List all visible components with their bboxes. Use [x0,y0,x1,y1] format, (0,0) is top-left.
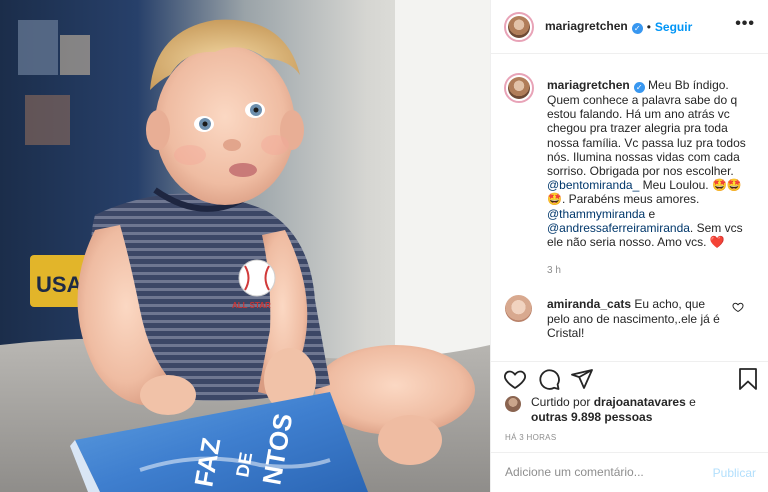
caption-username[interactable]: mariagretchen [547,78,630,92]
comment-avatar[interactable] [505,295,532,322]
post-side-panel: mariagretchen ✓ • Seguir ••• mariagretche… [490,0,768,492]
mention-link-3[interactable]: @andressaferreiramiranda [547,221,690,235]
verified-icon: ✓ [631,23,643,34]
caption-text-1: Meu Bb índigo. Quem conhece a palavra sa… [547,78,746,179]
bodysuit-text: ALL STAR [232,301,271,310]
avatar[interactable] [504,11,534,42]
post-header: mariagretchen ✓ • Seguir ••• [491,0,768,54]
verified-icon: ✓ [633,82,645,93]
separator-dot: • [646,19,651,34]
mention-link-2[interactable]: @thammymiranda [547,207,645,221]
comment-input[interactable] [505,465,695,479]
add-comment-bar: Publicar [491,452,768,492]
more-icon[interactable]: ••• [735,15,755,33]
comment-username[interactable]: amiranda_cats [547,297,631,311]
caption-avatar-wrap [504,73,534,103]
liked-others-link[interactable]: outras 9.898 pessoas [531,410,652,424]
caption-avatar[interactable] [504,73,534,103]
caption-text-3: e [645,206,656,221]
username-text[interactable]: mariagretchen [545,19,628,33]
comment-like-heart-icon[interactable] [732,301,744,313]
baby-photo-illustration: USA ALL STAR FAZ DE NTOS [0,0,490,492]
caption: mariagretchen ✓ Meu Bb índigo. Quem conhe… [547,78,747,249]
liked-by: Curtido por drajoanatavares e outras 9.8… [505,395,751,424]
liked-by-avatar[interactable] [505,396,521,412]
heart-icon[interactable] [503,367,527,391]
book-title-line-2: DE [232,451,256,479]
comment: amiranda_cats Eu acho, que pelo ano de n… [547,297,727,341]
follow-button[interactable]: Seguir [655,20,692,34]
comment-icon[interactable] [537,367,561,391]
mention-link-1[interactable]: @bentomiranda_ [547,178,639,192]
post-comment-button[interactable]: Publicar [713,466,756,480]
post-age[interactable]: HÁ 3 HORAS [505,433,556,442]
license-plate-text: USA [36,272,83,297]
liked-prefix: Curtido por [531,395,594,409]
share-icon[interactable] [570,367,594,391]
comments-list[interactable]: mariagretchen ✓ Meu Bb índigo. Quem conhe… [491,55,768,361]
liked-by-text: Curtido por drajoanatavares e outras 9.8… [531,395,751,424]
caption-timestamp[interactable]: 3 h [547,265,561,276]
header-username[interactable]: mariagretchen ✓ [545,19,643,34]
liked-user-link[interactable]: drajoanatavares [594,395,686,409]
bookmark-icon[interactable] [736,367,760,391]
post-photo[interactable]: USA ALL STAR FAZ DE NTOS [0,0,490,492]
liked-middle: e [685,395,696,409]
